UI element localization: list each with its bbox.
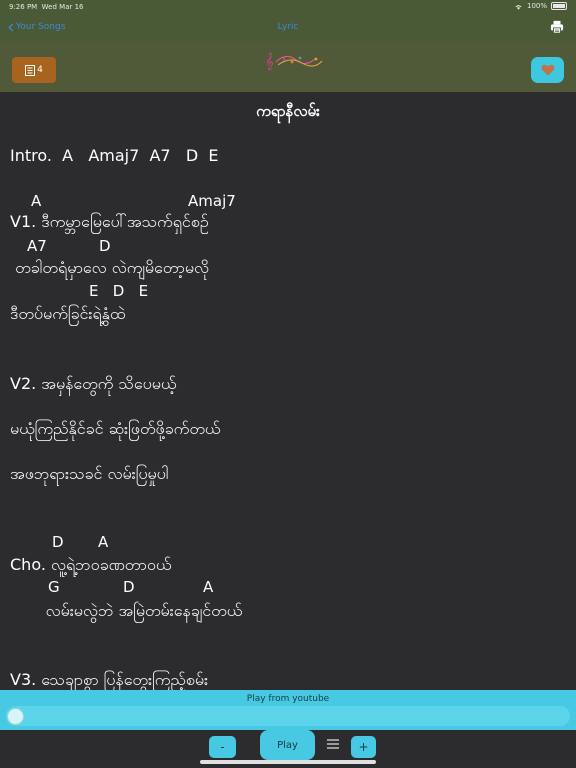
menu-icon[interactable]: [326, 737, 340, 751]
battery-percent: 100%: [526, 2, 547, 10]
home-indicator: [200, 760, 376, 764]
heart-icon: [540, 64, 555, 76]
chord: D: [52, 533, 64, 551]
increase-label: +: [358, 740, 369, 754]
status-bar: 9:26 PM Wed Mar 16 100%: [0, 0, 576, 14]
chord: A7: [27, 237, 47, 255]
chord: G: [48, 578, 60, 596]
wifi-icon: [515, 4, 522, 10]
lyric-line: Cho. လူ့ရဲ့ဘဝခဏတာဝယ်: [10, 555, 172, 574]
svg-text:𝄞: 𝄞: [265, 52, 274, 70]
chord: D: [99, 237, 111, 255]
list-icon: [25, 64, 36, 76]
lyric-line: အဖဘုရားသခင် လမ်းပြမှုပါ: [10, 464, 169, 483]
favorite-button[interactable]: [531, 57, 564, 83]
lyric-line: ဒီတပ်မက်ခြင်းရဲ့နွံထဲ: [10, 304, 126, 323]
nav-title: Lyric: [277, 22, 299, 32]
play-button[interactable]: Play: [260, 730, 315, 760]
list-count: 4: [37, 65, 43, 75]
youtube-player-bar: Play from youtube: [0, 690, 576, 730]
music-logo: 𝄞: [265, 52, 323, 70]
chord: Amaj7: [188, 192, 236, 210]
chord: D: [123, 578, 135, 596]
lyric-line: လမ်းမလွဲဘဲ အမြဲတမ်းနေချင်တယ်: [10, 601, 243, 620]
song-title: ကရာနီလမ်း: [256, 102, 320, 120]
lyric-line: တခါတရံမှာလေ လဲကျမိတော့မလို: [10, 258, 209, 277]
chord: A: [31, 192, 42, 210]
increase-button[interactable]: +: [351, 736, 376, 758]
progress-slider-thumb[interactable]: [7, 708, 24, 725]
chord: A: [203, 578, 214, 596]
play-label: Play: [277, 739, 298, 751]
printer-icon[interactable]: [550, 20, 564, 34]
navigation-bar: Your Songs Lyric: [0, 14, 576, 42]
play-from-youtube-label[interactable]: Play from youtube: [0, 694, 576, 704]
intro-line: Intro. A Amaj7 A7 D E: [10, 146, 219, 165]
status-time: 9:26 PM Wed Mar 16: [9, 3, 84, 11]
lyrics-view: ကရာနီလမ်း Intro. A Amaj7 A7 D E A Amaj7 …: [0, 92, 576, 690]
decrease-button[interactable]: -: [209, 736, 236, 758]
decrease-label: -: [220, 740, 225, 754]
chord: E D E: [89, 282, 149, 300]
lyric-line: V1. ဒီကမ္ဘာမြေပေါ်အသက်ရှင်စဉ်: [10, 212, 209, 231]
lyric-line: မယုံကြည်နိုင်ခင် ဆုံးဖြတ်ဖို့ခက်တယ်: [10, 419, 221, 438]
status-right: 100%: [514, 2, 567, 10]
battery-icon: [551, 2, 567, 10]
progress-slider[interactable]: [6, 706, 570, 726]
song-list-button[interactable]: 4: [12, 57, 56, 83]
lyric-line: V2. အမှန်တွေကို သိပေမယ့်: [10, 374, 177, 393]
chord: A: [98, 533, 109, 551]
